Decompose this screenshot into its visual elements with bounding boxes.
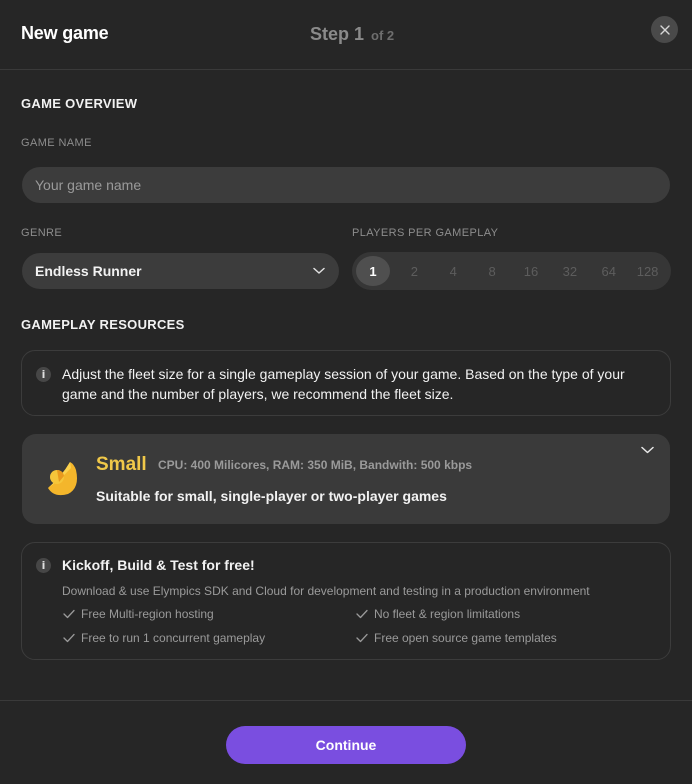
fleet-description: Suitable for small, single-player or two…	[96, 488, 447, 504]
fleet-specs: CPU: 400 Milicores, RAM: 350 MiB, Bandwi…	[158, 458, 473, 472]
game-overview-heading: GAME OVERVIEW	[21, 96, 138, 111]
chevron-down-icon[interactable]	[641, 446, 654, 454]
check-icon	[63, 633, 75, 643]
players-option-1[interactable]: 1	[356, 256, 390, 286]
feature-item: No fleet & region limitations	[356, 607, 520, 621]
check-icon	[356, 633, 368, 643]
continue-button[interactable]: Continue	[226, 726, 466, 764]
free-tier-title: Kickoff, Build & Test for free!	[62, 557, 255, 573]
players-option-32[interactable]: 32	[550, 256, 589, 286]
check-icon	[63, 609, 75, 619]
close-icon	[659, 24, 670, 35]
step-current: Step 1	[310, 24, 365, 44]
gameplay-resources-heading: GAMEPLAY RESOURCES	[21, 317, 185, 332]
feature-text: No fleet & region limitations	[374, 607, 521, 621]
step-total: of 2	[371, 28, 395, 43]
players-per-gameplay-selector: 1 2 4 8 16 32 64 128	[352, 252, 671, 290]
players-option-16[interactable]: 16	[512, 256, 551, 286]
game-name-input[interactable]	[22, 167, 670, 203]
players-option-128[interactable]: 128	[628, 256, 667, 286]
genre-label: GENRE	[21, 227, 63, 239]
feature-text: Free Multi-region hosting	[81, 607, 214, 621]
modal-header: New game Step 1 of 2	[0, 0, 692, 70]
free-tier-description: Download & use Elympics SDK and Cloud fo…	[62, 584, 590, 598]
game-name-label: GAME NAME	[21, 137, 92, 149]
step-indicator: Step 1 of 2	[310, 24, 394, 45]
feature-item: Free open source game templates	[356, 631, 557, 645]
fleet-small-icon	[48, 462, 77, 496]
feature-text: Free open source game templates	[374, 631, 557, 645]
players-option-4[interactable]: 4	[434, 256, 473, 286]
modal-title: New game	[21, 23, 109, 43]
fleet-name: Small	[96, 454, 147, 475]
free-tier-box: i Kickoff, Build & Test for free! Downlo…	[21, 542, 671, 660]
feature-item: Free Multi-region hosting	[63, 607, 214, 621]
close-button[interactable]	[651, 16, 678, 43]
fleet-info-box: i Adjust the fleet size for a single gam…	[21, 350, 671, 416]
players-label: PLAYERS PER GAMEPLAY	[352, 227, 499, 239]
chevron-down-icon	[313, 267, 325, 274]
players-option-8[interactable]: 8	[473, 256, 512, 286]
check-icon	[356, 609, 368, 619]
feature-text: Free to run 1 concurrent gameplay	[81, 631, 266, 645]
info-icon: i	[36, 367, 51, 382]
fleet-info-text: Adjust the fleet size for a single gamep…	[62, 366, 625, 402]
feature-item: Free to run 1 concurrent gameplay	[63, 631, 265, 645]
genre-select[interactable]: Endless Runner	[22, 253, 339, 289]
modal-footer: Continue	[0, 700, 692, 784]
info-icon: i	[36, 558, 51, 573]
fleet-size-card[interactable]: Small CPU: 400 Milicores, RAM: 350 MiB, …	[22, 434, 670, 524]
genre-value: Endless Runner	[35, 263, 142, 279]
players-option-2[interactable]: 2	[395, 256, 434, 286]
players-option-64[interactable]: 64	[589, 256, 628, 286]
